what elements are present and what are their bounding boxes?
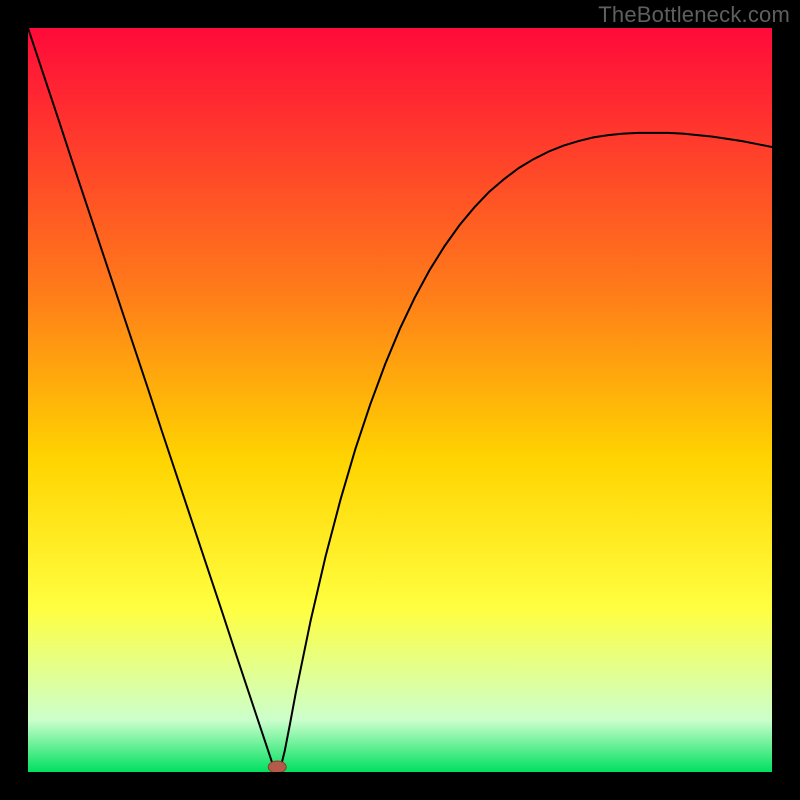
plot-area <box>28 28 772 772</box>
minimum-marker <box>268 761 286 772</box>
chart-svg <box>28 28 772 772</box>
outer-frame: TheBottleneck.com <box>0 0 800 800</box>
gradient-background <box>28 28 772 772</box>
watermark-text: TheBottleneck.com <box>598 2 790 28</box>
